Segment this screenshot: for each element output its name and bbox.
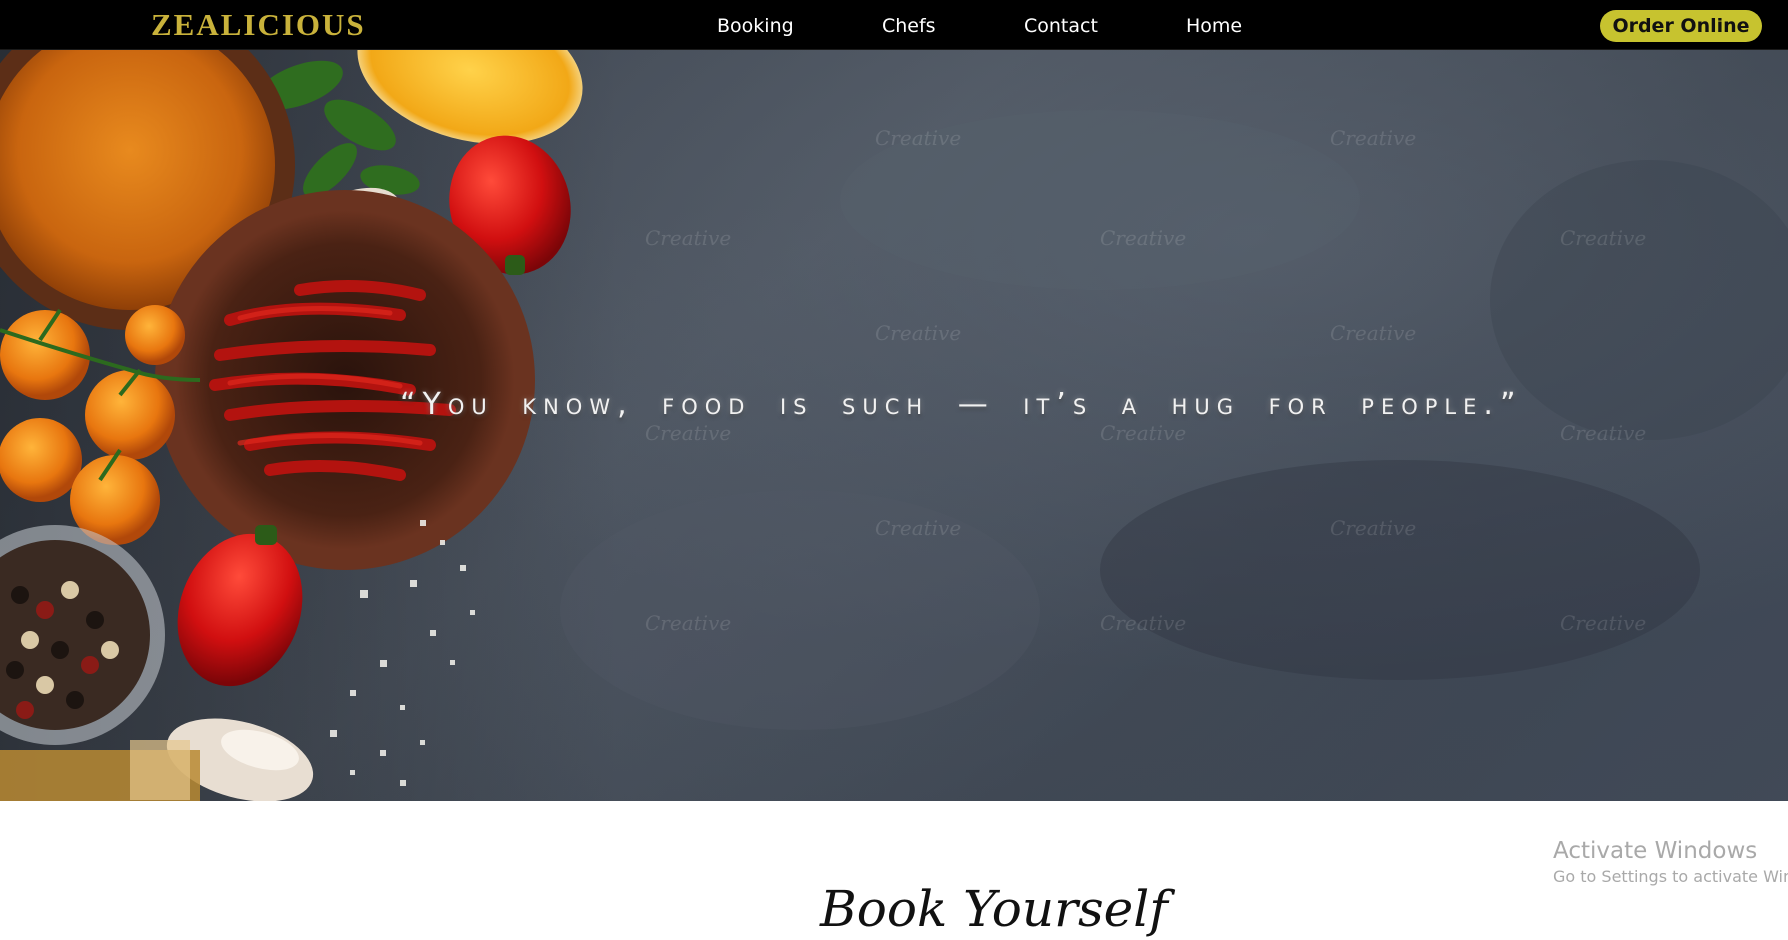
svg-text:Creative: Creative bbox=[645, 611, 731, 635]
svg-text:Creative: Creative bbox=[1330, 516, 1416, 540]
svg-text:Creative: Creative bbox=[1330, 321, 1416, 345]
svg-text:Creative: Creative bbox=[875, 321, 961, 345]
svg-text:Creative: Creative bbox=[1330, 126, 1416, 150]
activation-title: Activate Windows bbox=[1553, 838, 1758, 864]
brand-logo[interactable]: ZEALICIOUS bbox=[151, 8, 366, 42]
svg-text:Creative: Creative bbox=[875, 126, 961, 150]
hero-banner: Creative Creative Creative Creative Crea… bbox=[0, 50, 1788, 801]
activation-subtitle: Go to Settings to activate Windows. bbox=[1553, 867, 1788, 886]
svg-text:Creative: Creative bbox=[1100, 226, 1186, 250]
windows-activation-watermark: Activate Windows Go to Settings to activ… bbox=[1553, 836, 1788, 888]
svg-text:Creative: Creative bbox=[1560, 226, 1646, 250]
page: ZEALICIOUS Booking Chefs Contact Home Or… bbox=[0, 0, 1788, 940]
nav-link-chefs[interactable]: Chefs bbox=[882, 14, 936, 38]
nav-link-booking[interactable]: Booking bbox=[717, 14, 794, 38]
svg-text:Creative: Creative bbox=[1100, 611, 1186, 635]
booking-section-title: Book Yourself bbox=[820, 880, 1168, 938]
top-navbar: ZEALICIOUS Booking Chefs Contact Home Or… bbox=[0, 0, 1788, 50]
nav-link-home[interactable]: Home bbox=[1186, 14, 1242, 38]
svg-text:Creative: Creative bbox=[875, 516, 961, 540]
order-online-button[interactable]: Order Online bbox=[1600, 10, 1762, 42]
svg-text:Creative: Creative bbox=[645, 226, 731, 250]
hero-quote: “You know, food is such — it’s a hug for… bbox=[400, 387, 1523, 422]
svg-text:Creative: Creative bbox=[1560, 611, 1646, 635]
nav-link-contact[interactable]: Contact bbox=[1024, 14, 1098, 38]
